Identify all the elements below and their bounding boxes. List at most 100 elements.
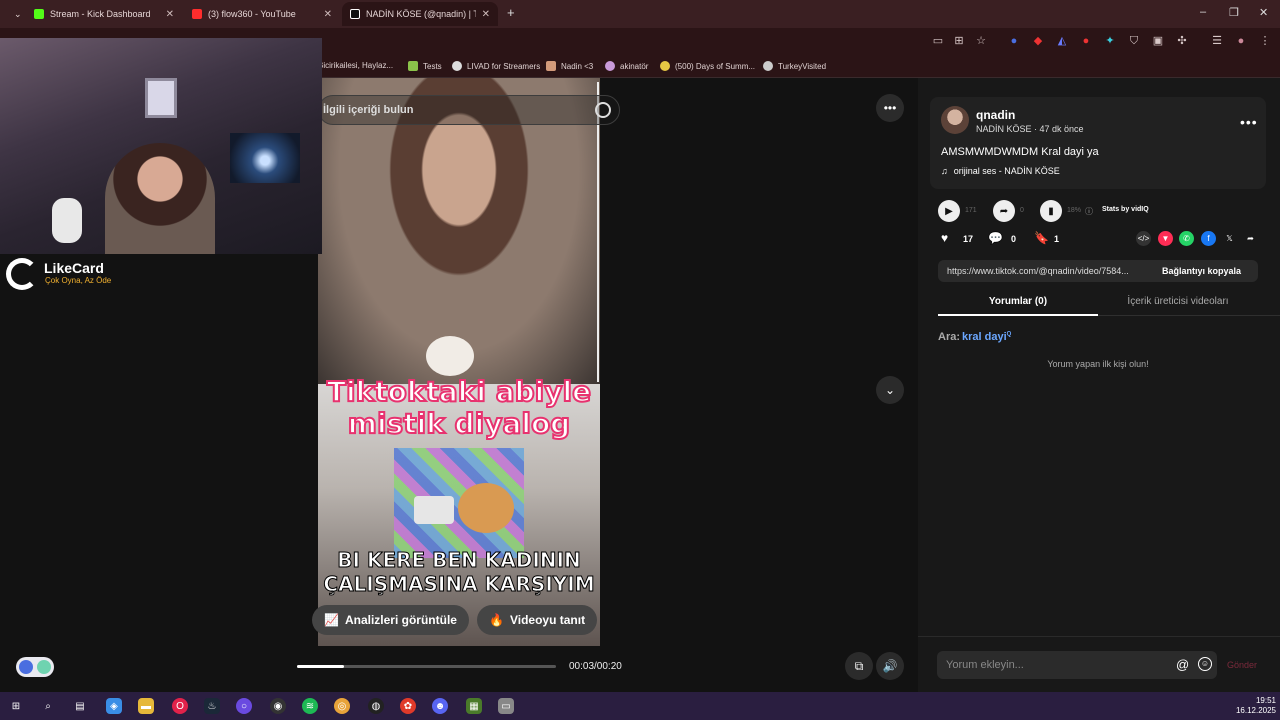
- music-link[interactable]: ♫ orijinal ses - NADİN KÖSE: [941, 166, 1060, 176]
- bookmark-star-icon[interactable]: ☆: [975, 35, 987, 47]
- system-clock[interactable]: 19:51 16.12.2025: [1230, 696, 1276, 716]
- post-caption: AMSMWMDWMDM Kral dayi ya: [941, 146, 1099, 158]
- promote-video-button[interactable]: 🔥 Videoyu tanıt: [477, 605, 598, 635]
- translate-icon[interactable]: ⊞: [953, 35, 965, 47]
- post-more-button[interactable]: •••: [1240, 114, 1258, 130]
- file-explorer-icon[interactable]: ▬: [138, 698, 154, 714]
- search-icon[interactable]: ⌕: [40, 698, 56, 714]
- facebook-icon[interactable]: f: [1201, 231, 1216, 246]
- whatsapp-icon[interactable]: ✆: [1179, 231, 1194, 246]
- app-icon[interactable]: ✿: [400, 698, 416, 714]
- opera-icon[interactable]: O: [172, 698, 188, 714]
- video-url[interactable]: https://www.tiktok.com/@qnadin/video/758…: [947, 266, 1151, 276]
- info-icon[interactable]: ⓘ: [1085, 206, 1093, 217]
- comment-placeholder: Yorum ekleyin...: [946, 659, 1024, 671]
- share-arrow-icon[interactable]: ➦: [1243, 231, 1258, 246]
- next-video-button[interactable]: ⌄: [876, 376, 904, 404]
- copilot-icon[interactable]: ◈: [106, 698, 122, 714]
- tab-tiktok[interactable]: NADİN KÖSE (@qnadin) | T ✕: [342, 2, 498, 26]
- bookmark-item[interactable]: TurkeyVisited: [763, 61, 826, 71]
- shield-icon[interactable]: ⛉: [1128, 35, 1140, 47]
- minecraft-icon[interactable]: ▦: [466, 698, 482, 714]
- windows-start-icon[interactable]: ⊞: [8, 698, 24, 714]
- chrome-icon[interactable]: ◎: [334, 698, 350, 714]
- emoji-icon[interactable]: ☺: [1198, 657, 1212, 671]
- extension-icon[interactable]: ▣: [1152, 35, 1164, 47]
- room-window: [145, 78, 177, 118]
- menu-dots-icon[interactable]: ⋮: [1259, 35, 1271, 47]
- restore-button[interactable]: ❐: [1229, 6, 1239, 19]
- tab-search-dropdown[interactable]: ⌄: [6, 2, 24, 26]
- tab-comments[interactable]: Yorumlar (0): [938, 296, 1098, 307]
- search-bar[interactable]: İlgili içeriği bulun: [318, 95, 620, 125]
- close-tab-icon[interactable]: ✕: [324, 9, 332, 20]
- video-caption-top: Tiktoktaki abiyle mistik diyalog: [326, 375, 592, 441]
- heart-icon[interactable]: ♥: [941, 231, 948, 245]
- discord-icon[interactable]: ☻: [432, 698, 448, 714]
- embed-icon[interactable]: </>: [1136, 231, 1151, 246]
- app-icon[interactable]: ○: [236, 698, 252, 714]
- puzzle-icon[interactable]: ✣: [1176, 35, 1188, 47]
- pip-icon: ⧉: [854, 658, 864, 673]
- more-dots-icon: •••: [883, 101, 897, 115]
- extension-icon[interactable]: ●: [1080, 35, 1092, 47]
- bookmark-item[interactable]: akinatör: [605, 61, 648, 71]
- send-button[interactable]: Gönder: [1227, 660, 1257, 670]
- shares-stat-count: 0: [1020, 207, 1024, 214]
- new-tab-button[interactable]: +: [507, 5, 515, 20]
- vidiq-credit[interactable]: Stats by vidIQ: [1102, 206, 1149, 213]
- youtube-icon: [660, 61, 670, 71]
- extension-toggle[interactable]: [16, 657, 54, 677]
- bookmark-item[interactable]: LIVAD for Streamers: [452, 61, 540, 71]
- comment-icon[interactable]: 💬: [988, 231, 1003, 245]
- search-icon[interactable]: [595, 102, 611, 118]
- tiktok-share-icon[interactable]: ▼: [1158, 231, 1173, 246]
- obs-icon[interactable]: ◍: [368, 698, 384, 714]
- webcam-overlay: [0, 38, 322, 254]
- reading-list-icon[interactable]: ☰: [1211, 35, 1223, 47]
- view-analytics-button[interactable]: 📈 Analizleri görüntüle: [312, 605, 469, 635]
- bookmark-item[interactable]: Tests: [408, 61, 442, 71]
- extension-icon[interactable]: ◭: [1056, 35, 1068, 47]
- close-tab-icon[interactable]: ✕: [482, 9, 490, 20]
- search-input[interactable]: İlgili içeriği bulun: [323, 104, 413, 116]
- bookmark-icon[interactable]: 🔖: [1034, 231, 1049, 245]
- bookmark-item[interactable]: (500) Days of Summ...: [660, 61, 755, 71]
- more-options-button[interactable]: •••: [876, 94, 904, 122]
- mention-icon[interactable]: @: [1176, 657, 1189, 672]
- copy-link-button[interactable]: Bağlantıyı kopyala: [1162, 266, 1241, 276]
- likecard-icon: [6, 258, 38, 290]
- extension-icon[interactable]: ✦: [1104, 35, 1116, 47]
- pip-button[interactable]: ⧉: [845, 652, 873, 680]
- close-window-button[interactable]: ✕: [1259, 6, 1268, 19]
- tab-creator-videos[interactable]: İçerik üreticisi videoları: [1098, 296, 1258, 307]
- folder-icon: [408, 61, 418, 71]
- spotify-icon[interactable]: ≋: [302, 698, 318, 714]
- minimize-button[interactable]: –: [1200, 6, 1206, 18]
- search-suggestion-link[interactable]: kral dayiQ: [962, 331, 1011, 343]
- chart-icon: 📈: [324, 613, 339, 627]
- profile-avatar[interactable]: ●: [1235, 35, 1247, 47]
- close-tab-icon[interactable]: ✕: [166, 9, 174, 20]
- app-icon[interactable]: ▭: [498, 698, 514, 714]
- likes-count: 17: [963, 234, 974, 244]
- flame-icon: 🔥: [489, 613, 504, 627]
- cast-icon[interactable]: ▭: [932, 35, 944, 47]
- bookmark-item[interactable]: Nadin <3: [546, 61, 593, 71]
- username[interactable]: qnadin: [976, 108, 1015, 122]
- streamer: [105, 143, 215, 254]
- likecard-tagline: Çok Oyna, Az Öde: [45, 276, 112, 285]
- steam-icon[interactable]: ♨: [204, 698, 220, 714]
- video-player[interactable]: Tiktoktaki abiyle mistik diyalog BI KERE…: [318, 78, 600, 646]
- saves-count: 1: [1054, 234, 1060, 244]
- tab-kick-dashboard[interactable]: Stream - Kick Dashboard ✕: [26, 2, 182, 26]
- task-view-icon[interactable]: ▤: [72, 698, 88, 714]
- extension-icon[interactable]: ●: [1008, 35, 1020, 47]
- x-icon[interactable]: 𝕏: [1222, 231, 1237, 246]
- tab-youtube[interactable]: (3) flow360 - YouTube ✕: [184, 2, 340, 26]
- extension-icon[interactable]: ◆: [1032, 35, 1044, 47]
- volume-button[interactable]: 🔊: [876, 652, 904, 680]
- bookmark-item[interactable]: Bicirikailesi, Haylaz...: [318, 61, 393, 70]
- avatar[interactable]: [941, 106, 969, 134]
- app-icon[interactable]: ◉: [270, 698, 286, 714]
